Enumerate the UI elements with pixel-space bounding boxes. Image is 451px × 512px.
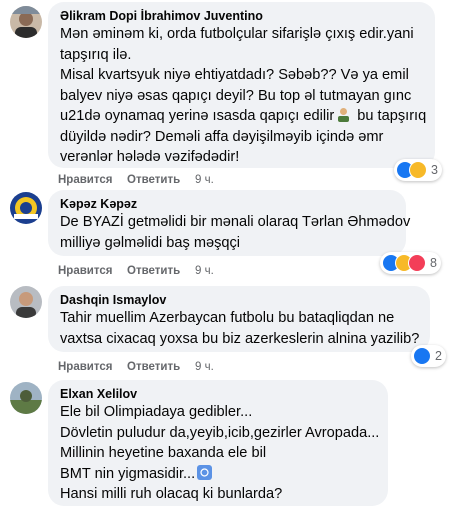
comment-timestamp[interactable]: 9 ч.	[195, 361, 214, 373]
un-flag-icon	[197, 464, 213, 480]
angry-icon	[408, 254, 426, 272]
person-emoji-icon	[336, 107, 351, 122]
reaction-count: 2	[435, 349, 442, 363]
comment-timestamp[interactable]: 9 ч.	[195, 174, 214, 186]
reply-button[interactable]: Ответить	[127, 174, 180, 186]
reactions-summary[interactable]: 3	[394, 159, 442, 181]
comment-author[interactable]: Əlikram Dopi İbrahimov Juventino	[60, 8, 423, 24]
reactions-summary[interactable]: 2	[411, 345, 446, 367]
comment-timestamp[interactable]: 9 ч.	[195, 265, 214, 277]
reply-button[interactable]: Ответить	[127, 361, 180, 373]
comment-author[interactable]: Elxan Xelilov	[60, 386, 376, 402]
comment-author[interactable]: Kəpəz Kəpəz	[60, 196, 394, 212]
comment-text: Ele bil Olimpiadaya gedibler... Dövletin…	[60, 404, 380, 502]
avatar[interactable]	[10, 286, 42, 318]
haha-icon	[409, 161, 427, 179]
avatar[interactable]	[10, 6, 42, 38]
reply-button[interactable]: Ответить	[127, 265, 180, 277]
comment-author[interactable]: Dashqin Ismaylov	[60, 292, 418, 308]
like-button[interactable]: Нравится	[58, 174, 112, 186]
like-button[interactable]: Нравится	[58, 361, 112, 373]
avatar[interactable]	[10, 192, 42, 224]
comment-text: De BYAZİ getməlidi bir mənali olaraq Tər…	[60, 214, 411, 251]
reaction-count: 8	[430, 256, 437, 270]
comment-bubble: Kəpəz Kəpəz De BYAZİ getməlidi bir mənal…	[48, 190, 411, 256]
comment-text: Mən əminəm ki, orda futbolçular sifarişl…	[60, 26, 427, 165]
reactions-summary[interactable]: 8	[380, 252, 441, 274]
like-button[interactable]: Нравится	[58, 265, 112, 277]
avatar[interactable]	[10, 382, 42, 414]
comment-text: Tahir muellim Azerbaycan futbolu bu bata…	[60, 310, 420, 347]
comment-bubble: Elxan Xelilov Ele bil Olimpiadaya gedibl…	[48, 380, 388, 506]
reaction-count: 3	[431, 163, 438, 177]
comment-bubble: Əlikram Dopi İbrahimov Juventino Mən əmi…	[48, 2, 435, 168]
comment-bubble: Dashqin Ismaylov Tahir muellim Azerbayca…	[48, 286, 430, 352]
like-icon	[413, 347, 431, 365]
